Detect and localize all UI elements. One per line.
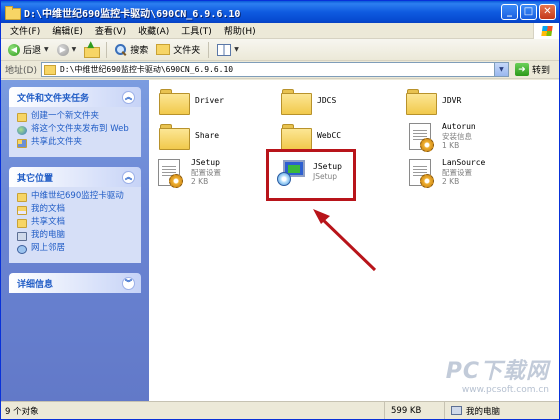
maximize-button[interactable]: □ bbox=[520, 4, 537, 20]
details-panel: 详细信息 ︾ bbox=[9, 273, 141, 293]
search-button[interactable]: 搜索 bbox=[112, 41, 151, 59]
address-dropdown-button[interactable]: ▼ bbox=[493, 63, 508, 76]
watermark-logo: PC下载网 bbox=[445, 359, 549, 384]
shared-documents-icon bbox=[17, 219, 27, 228]
watermark: PC下载网 www.pcsoft.com.cn bbox=[446, 353, 549, 395]
title-bar[interactable]: D:\中维世纪690监控卡驱动\690CN_6.9.6.10 _ □ ✕ bbox=[1, 1, 559, 23]
menu-view[interactable]: 查看(V) bbox=[89, 24, 132, 37]
file-tasks-title: 文件和文件夹任务 bbox=[17, 93, 90, 104]
folder-icon bbox=[17, 193, 27, 202]
collapse-icon[interactable]: ︽ bbox=[122, 90, 135, 104]
task-label: 共享此文件夹 bbox=[31, 137, 83, 147]
folder-icon bbox=[43, 64, 56, 75]
status-object-count: 9 个对象 bbox=[1, 402, 385, 419]
other-places-panel: 其它位置 ︽ 中维世纪690监控卡驱动 我的文档 共享文档 我的电脑 网上邻居 bbox=[9, 167, 141, 263]
menu-help[interactable]: 帮助(H) bbox=[218, 24, 262, 37]
views-icon bbox=[217, 43, 232, 56]
task-label: 创建一个新文件夹 bbox=[31, 111, 100, 121]
go-label: 转到 bbox=[531, 66, 550, 76]
publish-web-icon bbox=[17, 126, 27, 135]
my-computer-icon bbox=[17, 232, 27, 241]
expand-icon[interactable]: ︾ bbox=[122, 276, 135, 290]
details-title: 详细信息 bbox=[17, 279, 54, 290]
file-tasks-body: 创建一个新文件夹 将这个文件夹发布到 Web 共享此文件夹 bbox=[9, 107, 141, 157]
place-network[interactable]: 网上邻居 bbox=[17, 243, 135, 254]
toolbar-separator bbox=[106, 41, 108, 58]
status-size: 599 KB bbox=[385, 402, 445, 419]
up-button[interactable] bbox=[81, 40, 101, 59]
views-button[interactable]: ▼ bbox=[214, 41, 242, 59]
menu-tools[interactable]: 工具(T) bbox=[175, 24, 218, 37]
back-arrow-icon: ◀ bbox=[8, 43, 20, 56]
place-parent-folder[interactable]: 中维世纪690监控卡驱动 bbox=[17, 191, 135, 202]
search-label: 搜索 bbox=[130, 46, 149, 56]
details-header[interactable]: 详细信息 ︾ bbox=[9, 273, 141, 293]
place-label: 共享文档 bbox=[31, 217, 66, 227]
explorer-window: D:\中维世纪690监控卡驱动\690CN_6.9.6.10 _ □ ✕ 文件(… bbox=[0, 0, 560, 420]
menu-favorites[interactable]: 收藏(A) bbox=[132, 24, 175, 37]
address-value: D:\中维世纪690监控卡驱动\690CN_6.9.6.10 bbox=[59, 65, 234, 74]
forward-arrow-icon: ▶ bbox=[56, 43, 69, 56]
place-label: 网上邻居 bbox=[31, 243, 66, 253]
toolbar-separator bbox=[208, 41, 210, 58]
menu-edit[interactable]: 编辑(E) bbox=[46, 24, 89, 37]
place-label: 中维世纪690监控卡驱动 bbox=[31, 191, 124, 201]
place-label: 我的文档 bbox=[31, 204, 66, 214]
windows-logo-icon bbox=[533, 23, 559, 39]
folder-up-icon bbox=[84, 40, 101, 58]
place-my-documents[interactable]: 我的文档 bbox=[17, 204, 135, 215]
watermark-url: www.pcsoft.com.cn bbox=[461, 385, 549, 395]
file-list: Driver JDCS JDVR Share WebCC Autorun 安装信… bbox=[149, 80, 559, 401]
collapse-icon[interactable]: ︽ bbox=[122, 170, 135, 184]
status-bar: 9 个对象 599 KB 我的电脑 bbox=[1, 401, 559, 419]
other-places-header[interactable]: 其它位置 ︽ bbox=[9, 167, 141, 187]
task-share-folder[interactable]: 共享此文件夹 bbox=[17, 137, 135, 148]
network-icon bbox=[17, 245, 27, 254]
folders-button[interactable]: 文件夹 bbox=[153, 41, 203, 59]
forward-button[interactable]: ▶ ▼ bbox=[54, 41, 80, 59]
file-tasks-header[interactable]: 文件和文件夹任务 ︽ bbox=[9, 87, 141, 107]
other-places-body: 中维世纪690监控卡驱动 我的文档 共享文档 我的电脑 网上邻居 bbox=[9, 187, 141, 263]
status-location-label: 我的电脑 bbox=[466, 406, 501, 417]
my-computer-icon bbox=[451, 406, 462, 415]
menu-file[interactable]: 文件(F) bbox=[4, 24, 46, 37]
folder-icon bbox=[5, 6, 21, 20]
folders-icon bbox=[156, 44, 171, 55]
new-folder-icon bbox=[17, 113, 27, 122]
toolbar: ◀ 后退 ▼ ▶ ▼ 搜索 文件夹 ▼ bbox=[1, 39, 559, 61]
task-new-folder[interactable]: 创建一个新文件夹 bbox=[17, 111, 135, 122]
minimize-button[interactable]: _ bbox=[501, 4, 518, 20]
menu-bar: 文件(F) 编辑(E) 查看(V) 收藏(A) 工具(T) 帮助(H) bbox=[1, 23, 559, 39]
task-label: 将这个文件夹发布到 Web bbox=[31, 124, 129, 134]
my-documents-icon bbox=[17, 206, 27, 215]
place-shared-documents[interactable]: 共享文档 bbox=[17, 217, 135, 228]
folders-label: 文件夹 bbox=[173, 46, 201, 56]
chevron-down-icon: ▼ bbox=[71, 46, 77, 53]
chevron-down-icon: ▼ bbox=[234, 46, 239, 53]
place-my-computer[interactable]: 我的电脑 bbox=[17, 230, 135, 241]
file-tasks-panel: 文件和文件夹任务 ︽ 创建一个新文件夹 将这个文件夹发布到 Web 共享此文件夹 bbox=[9, 87, 141, 157]
task-publish-web[interactable]: 将这个文件夹发布到 Web bbox=[17, 124, 135, 135]
window-title: D:\中维世纪690监控卡驱动\690CN_6.9.6.10 bbox=[24, 8, 241, 20]
task-pane: 文件和文件夹任务 ︽ 创建一个新文件夹 将这个文件夹发布到 Web 共享此文件夹 bbox=[1, 80, 149, 401]
address-bar: 地址(D) D:\中维世纪690监控卡驱动\690CN_6.9.6.10 ▼ ➜… bbox=[1, 61, 559, 79]
share-folder-icon bbox=[17, 139, 27, 148]
go-arrow-icon: ➜ bbox=[514, 63, 529, 76]
address-input[interactable]: D:\中维世纪690监控卡驱动\690CN_6.9.6.10 ▼ bbox=[40, 62, 509, 77]
search-icon bbox=[115, 43, 127, 56]
place-label: 我的电脑 bbox=[31, 230, 66, 240]
go-button[interactable]: ➜ 转到 bbox=[514, 63, 550, 76]
other-places-title: 其它位置 bbox=[17, 173, 54, 184]
back-button[interactable]: ◀ 后退 ▼ bbox=[5, 41, 52, 59]
back-label: 后退 bbox=[23, 46, 42, 56]
chevron-down-icon: ▼ bbox=[44, 46, 49, 53]
address-label: 地址(D) bbox=[5, 66, 37, 76]
status-location: 我的电脑 bbox=[445, 402, 559, 419]
close-button[interactable]: ✕ bbox=[539, 4, 556, 20]
window-controls: _ □ ✕ bbox=[501, 4, 556, 20]
